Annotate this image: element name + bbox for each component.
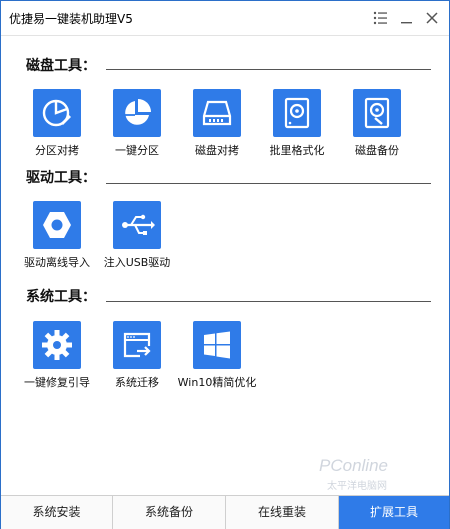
tool-win10-slim-optimize[interactable]: Win10精简优化	[177, 321, 257, 393]
app-title: 优捷易一键装机助理V5	[9, 12, 133, 26]
pie-chart-icon	[113, 89, 161, 137]
tool-batch-format[interactable]: 批里格式化	[257, 89, 337, 161]
usb-icon	[113, 201, 161, 249]
window-migrate-icon	[113, 321, 161, 369]
section-title-disk: 磁盘工具：	[26, 58, 96, 74]
tool-system-migration[interactable]: 系统迁移	[97, 321, 177, 393]
watermark-subtext: 太平洋电脑网	[327, 481, 387, 492]
menu-list-icon[interactable]	[370, 8, 390, 28]
minimize-icon[interactable]	[397, 8, 417, 28]
section-divider	[106, 301, 431, 302]
windows-logo-icon	[193, 321, 241, 369]
section-divider	[106, 183, 431, 184]
disk-backup-icon	[353, 89, 401, 137]
tool-disk-copy[interactable]: 磁盘对拷	[177, 89, 257, 161]
tool-disk-backup[interactable]: 磁盘备份	[337, 89, 417, 161]
gear-icon	[33, 321, 81, 369]
tool-label: 磁盘备份	[355, 144, 399, 157]
tool-label: Win10精简优化	[177, 376, 257, 389]
tool-partition-copy[interactable]: 分区对拷	[17, 89, 97, 161]
tab-system-backup[interactable]: 系统备份	[113, 496, 226, 529]
watermark-logo-text: PConline	[319, 456, 388, 475]
watermark: PConline 太平洋电脑网	[319, 456, 437, 492]
bottom-tab-bar: 系统安装 系统备份 在线重装 扩展工具	[1, 495, 449, 529]
section-divider	[106, 69, 431, 70]
tool-one-click-repair-boot[interactable]: 一键修复引导	[17, 321, 97, 393]
tool-inject-usb-driver[interactable]: 注入USB驱动	[97, 201, 177, 273]
tool-one-click-partition[interactable]: 一键分区	[97, 89, 177, 161]
section-title-system: 系统工具：	[26, 289, 96, 305]
tab-extension-tools[interactable]: 扩展工具	[339, 496, 449, 529]
tab-online-reinstall[interactable]: 在线重装	[226, 496, 339, 529]
disk-format-icon	[273, 89, 321, 137]
title-bar[interactable]: 优捷易一键装机助理V5	[1, 1, 449, 36]
app-window: 优捷易一键装机助理V5 磁盘工具： 分区对拷 一键分区 磁盘对拷 批里格式化 磁…	[0, 0, 450, 529]
section-title-driver: 驱动工具：	[26, 170, 96, 186]
pie-edit-icon	[33, 89, 81, 137]
hard-drive-icon	[193, 89, 241, 137]
tool-label: 注入USB驱动	[103, 256, 171, 269]
hex-nut-icon	[33, 201, 81, 249]
tab-system-install[interactable]: 系统安装	[1, 496, 113, 529]
tool-driver-offline-import[interactable]: 驱动离线导入	[17, 201, 97, 273]
close-icon[interactable]	[422, 8, 442, 28]
